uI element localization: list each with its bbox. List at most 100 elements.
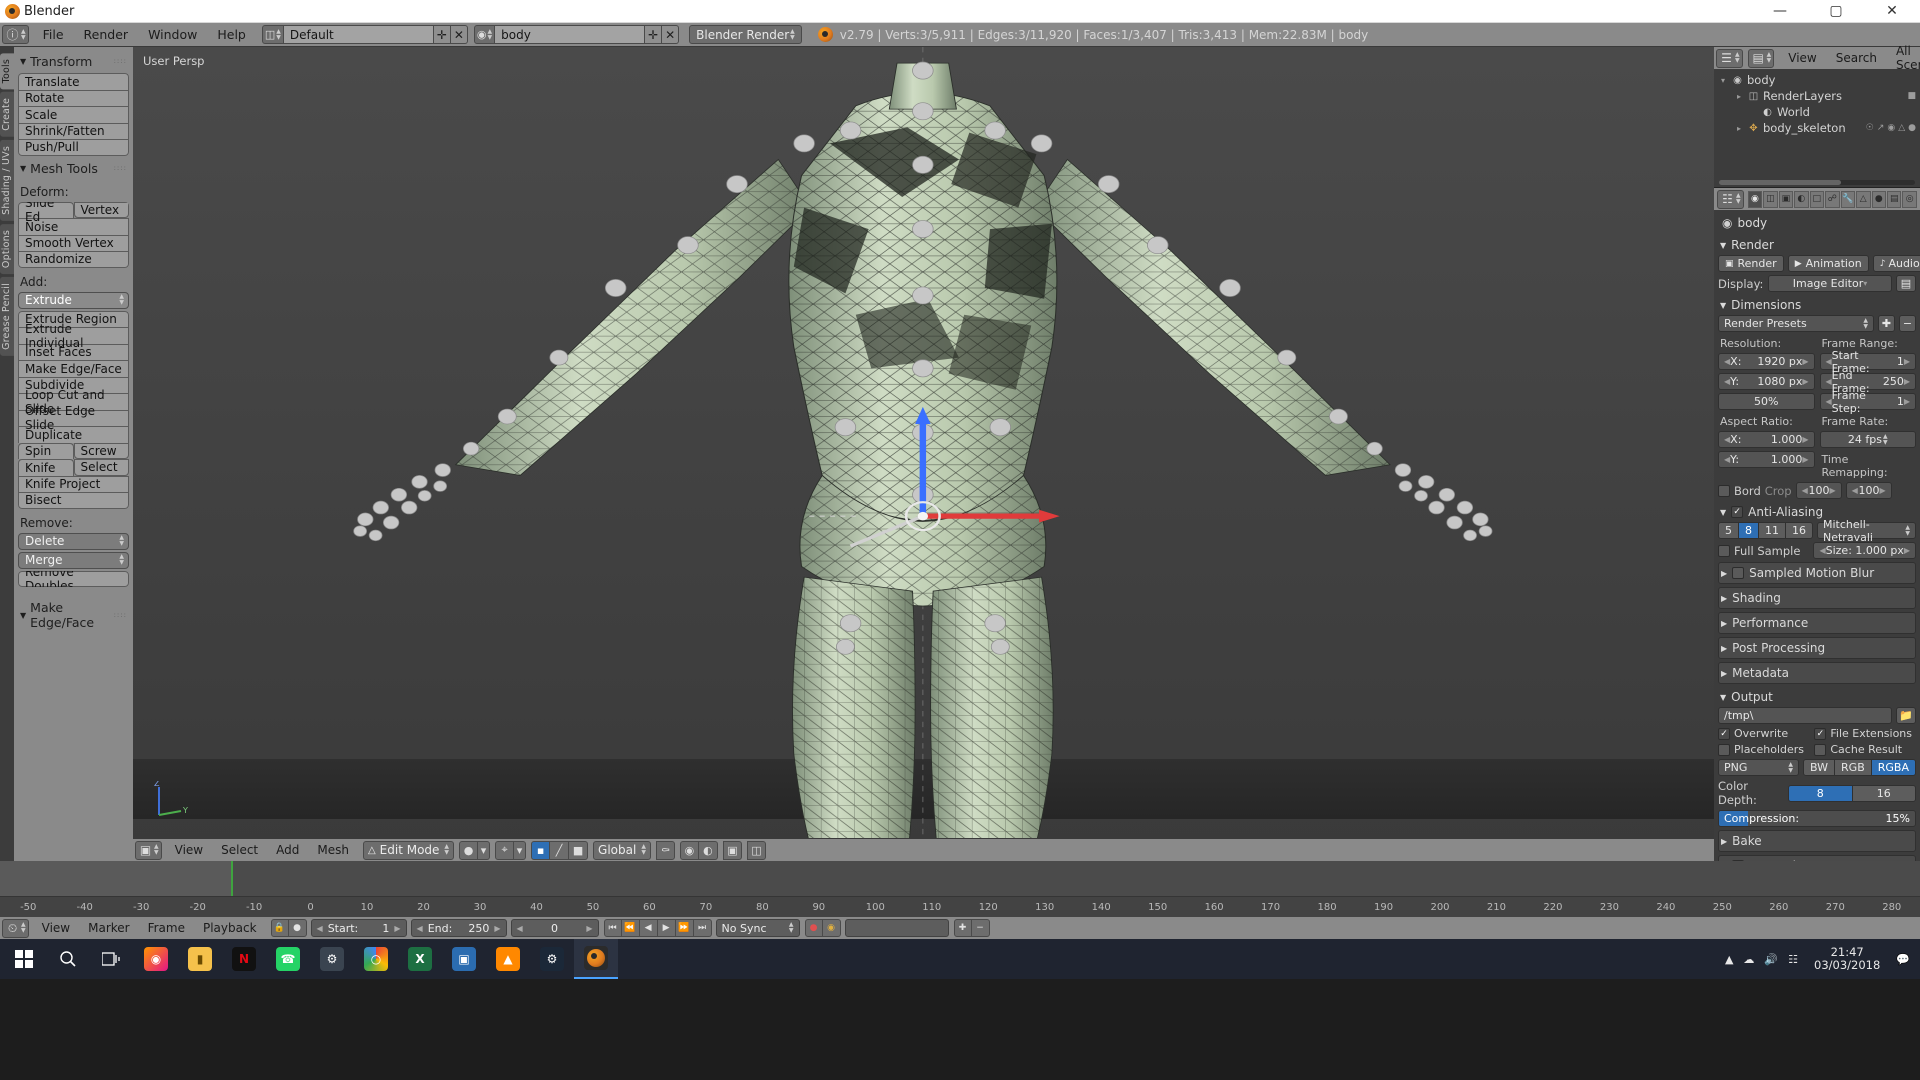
jump-start-icon[interactable]: ⏮ (604, 919, 622, 937)
minimize-button[interactable]: — (1752, 0, 1808, 23)
offset-edge-slide-button[interactable]: Offset Edge Slide (18, 410, 129, 427)
constraints-tab-icon[interactable]: ☍ (1825, 191, 1839, 208)
maximize-button[interactable]: ▢ (1808, 0, 1864, 23)
outliner-menu-search[interactable]: Search (1827, 49, 1886, 67)
remove-doubles-button[interactable]: Remove Doubles (18, 571, 129, 588)
prev-keyframe-icon[interactable]: ⏪ (622, 919, 640, 937)
render-section-header[interactable]: ▼ Render (1718, 235, 1916, 255)
menu-render[interactable]: Render (74, 25, 139, 44)
tab-grease-pencil[interactable]: Grease Pencil (0, 277, 14, 356)
interaction-mode-selector[interactable]: △ Edit Mode ▲▼ (363, 841, 454, 860)
material-icon[interactable]: ● (1908, 123, 1916, 133)
resolution-x-field[interactable]: ◀ X: 1920 px ▶ (1718, 353, 1815, 370)
pivot-median-icon[interactable]: ⌖ (495, 841, 514, 860)
frame-step-field[interactable]: ◀ Frame Step: 1 ▶ (1820, 393, 1917, 410)
render-layers-icon[interactable]: ◫ (747, 841, 766, 860)
magnet-icon[interactable]: ⚰ (656, 841, 675, 860)
outliner-row-world[interactable]: ◐ World (1714, 104, 1920, 120)
firefox-icon[interactable]: ◉ (134, 939, 178, 979)
close-button[interactable]: ✕ (1864, 0, 1920, 23)
cache-result-checkbox[interactable] (1814, 744, 1826, 756)
compression-slider[interactable]: Compression: 15% (1718, 810, 1916, 827)
play-icon[interactable]: ▶ (658, 919, 676, 937)
chevron-up-icon[interactable]: ▲ (1725, 953, 1733, 966)
placeholders-checkbox-row[interactable]: Placeholders (1718, 743, 1810, 756)
randomize-button[interactable]: Randomize (18, 251, 129, 268)
object-tab-icon[interactable]: □ (1810, 191, 1824, 208)
outliner-editor-icon[interactable]: ☰▲▼ (1716, 49, 1743, 68)
timeline-end-field[interactable]: ◀ End: 250 ▶ (411, 919, 507, 937)
shading-section-header[interactable]: ▶ Shading (1718, 587, 1916, 609)
timeline-sync-dropdown[interactable]: No Sync ▲▼ (716, 919, 800, 937)
full-sample-checkbox[interactable] (1718, 545, 1730, 557)
screw-button[interactable]: Screw (74, 443, 130, 460)
vlc-icon[interactable]: ▲ (486, 939, 530, 979)
keyingset-remove-icon[interactable]: − (972, 919, 990, 937)
modifiers-tab-icon[interactable]: 🔧 (1841, 191, 1855, 208)
task-view-icon[interactable] (90, 939, 134, 979)
frame-rate-dropdown[interactable]: 24 fps ▲▼ (1820, 431, 1917, 448)
timeline-ruler[interactable]: -50-40-30-20-100102030405060708090100110… (0, 896, 1920, 917)
info-editor-icon[interactable]: ⓘ▲▼ (2, 25, 29, 44)
tab-tools[interactable]: Tools (0, 53, 14, 89)
restrict-select-icon[interactable]: ↗ (1877, 123, 1885, 133)
motion-blur-checkbox[interactable] (1732, 567, 1744, 579)
outliner-row-body[interactable]: ▾ ◉ body (1714, 72, 1920, 88)
display-mode-icon[interactable]: ▤▲▼ (1748, 49, 1775, 68)
shading-dropdown-icon[interactable]: ▾ (478, 841, 490, 860)
start-frame-field[interactable]: ◀ Start Frame: 1 ▶ (1820, 353, 1917, 370)
menu-help[interactable]: Help (207, 25, 256, 44)
delete-dropdown[interactable]: Delete ▲▼ (18, 533, 129, 550)
shrink-fatten-button[interactable]: Shrink/Fatten (18, 123, 129, 140)
physics-tab-icon[interactable]: ◎ (1902, 191, 1916, 208)
viewport-menu-add[interactable]: Add (267, 841, 308, 859)
smooth-vertex-button[interactable]: Smooth Vertex (18, 235, 129, 252)
push-pull-button[interactable]: Push/Pull (18, 139, 129, 156)
file-explorer-icon[interactable]: ▮ (178, 939, 222, 979)
performance-section-header[interactable]: ▶ Performance (1718, 612, 1916, 634)
file-format-dropdown[interactable]: PNG ▲▼ (1718, 759, 1799, 776)
timeline-menu-frame[interactable]: Frame (139, 919, 194, 937)
resolution-percentage-field[interactable]: 50% (1718, 393, 1815, 410)
proportional-falloff-icon[interactable]: ◐ (699, 841, 718, 860)
texture-tab-icon[interactable]: ▤ (1887, 191, 1901, 208)
search-icon[interactable] (46, 939, 90, 979)
taskbar-clock[interactable]: 21:47 03/03/2018 (1808, 946, 1886, 972)
render-layers-tab-icon[interactable]: ◫ (1763, 191, 1777, 208)
notifications-icon[interactable]: 💬 (1896, 953, 1910, 966)
tab-options[interactable]: Options (0, 224, 14, 274)
material-tab-icon[interactable]: ● (1872, 191, 1886, 208)
post-processing-section-header[interactable]: ▶ Post Processing (1718, 637, 1916, 659)
chrome-icon[interactable]: ○ (354, 939, 398, 979)
limit-selection-icon[interactable]: ▣ (723, 841, 742, 860)
camera-icon[interactable]: ■ (1907, 91, 1916, 101)
windows-start-icon[interactable] (2, 939, 46, 979)
merge-dropdown[interactable]: Merge ▲▼ (18, 552, 129, 569)
vertex-select-icon[interactable]: ▪ (531, 841, 550, 860)
render-image-button[interactable]: ▣ Render (1718, 255, 1784, 272)
lock-icon[interactable]: 🔒 (271, 919, 289, 937)
scene-remove-button[interactable]: ✕ (662, 25, 679, 44)
knife-select-button[interactable]: Select (74, 459, 130, 476)
outliner-scrollbar[interactable] (1719, 180, 1915, 185)
3d-view-editor-icon[interactable]: ▣▲▼ (135, 841, 162, 860)
next-keyframe-icon[interactable]: ⏩ (676, 919, 694, 937)
jump-end-icon[interactable]: ⏭ (694, 919, 712, 937)
scene-name[interactable]: body (495, 25, 645, 44)
rotate-button[interactable]: Rotate (18, 90, 129, 107)
overwrite-checkbox[interactable]: ✓ (1718, 728, 1730, 740)
output-section-header[interactable]: ▼ Output (1718, 687, 1916, 707)
color-mode-rgba-button[interactable]: RGBA (1872, 759, 1916, 776)
placeholders-checkbox[interactable] (1718, 744, 1730, 756)
excel-icon[interactable]: X (398, 939, 442, 979)
antialiasing-checkbox[interactable]: ✓ (1731, 506, 1743, 518)
store-icon[interactable]: ▣ (442, 939, 486, 979)
output-path-input[interactable]: /tmp\ (1718, 707, 1892, 724)
mesh-data-icon[interactable]: △ (1898, 123, 1905, 133)
settings-icon[interactable]: ⚙ (310, 939, 354, 979)
metadata-section-header[interactable]: ▶ Metadata (1718, 662, 1916, 684)
screen-layout-selector[interactable]: ◫▲▼ Default ✛ ✕ (262, 25, 468, 44)
timeline-track-area[interactable]: -50-40-30-20-100102030405060708090100110… (0, 861, 1920, 917)
keyingset-add-icon[interactable]: ✚ (954, 919, 972, 937)
whatsapp-icon[interactable]: ☎ (266, 939, 310, 979)
